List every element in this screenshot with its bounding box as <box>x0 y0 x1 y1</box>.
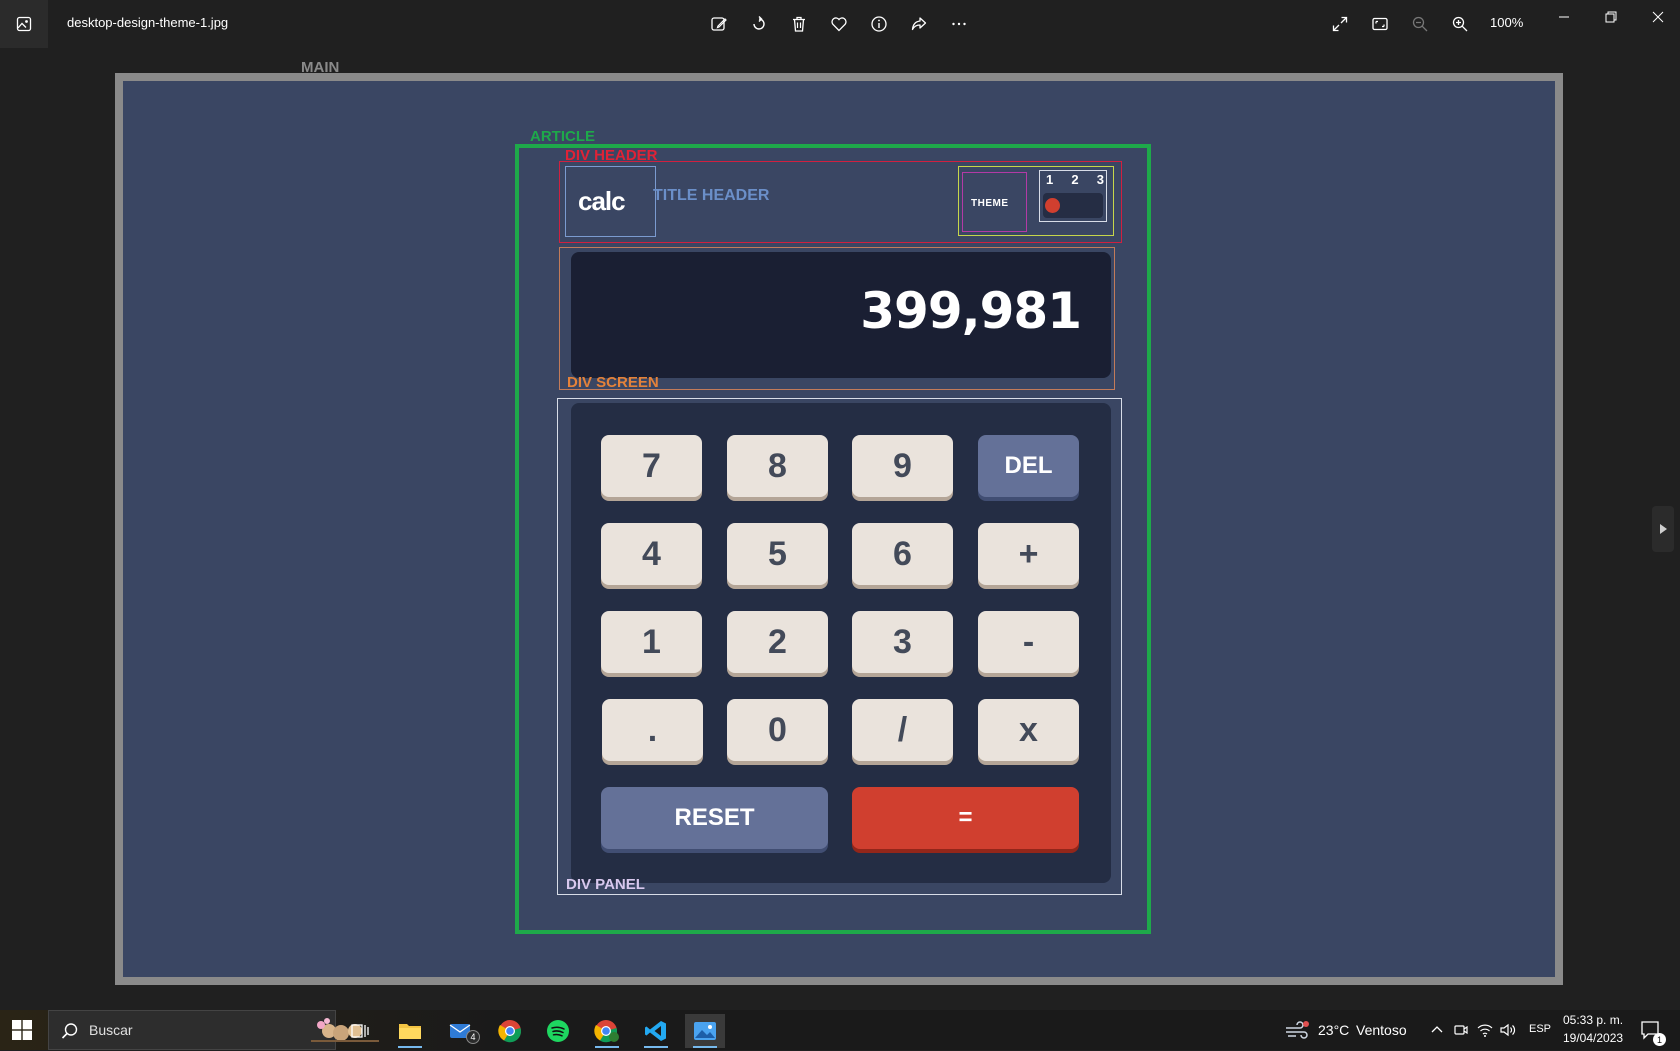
fit-to-window-icon[interactable] <box>1369 13 1391 35</box>
mail-badge: 4 <box>466 1030 480 1044</box>
restore-icon[interactable] <box>1596 8 1626 26</box>
key-plus[interactable]: + <box>978 523 1079 585</box>
key-decimal[interactable]: . <box>602 699 703 761</box>
wifi-icon[interactable] <box>1477 1022 1493 1041</box>
fullscreen-icon[interactable] <box>1329 13 1351 35</box>
key-1[interactable]: 1 <box>601 611 702 673</box>
div-panel-label: DIV PANEL <box>566 876 645 893</box>
meet-camera-icon[interactable] <box>1454 1022 1468 1041</box>
mail-icon[interactable]: 4 <box>442 1014 482 1048</box>
task-view-icon[interactable] <box>340 1014 380 1048</box>
calculator-screen: 399,981 <box>571 252 1111 378</box>
key-0[interactable]: 0 <box>727 699 828 761</box>
chrome-profile-icon[interactable] <box>587 1014 627 1048</box>
delete-icon[interactable] <box>788 13 810 35</box>
photos-app-icon <box>0 0 48 48</box>
photos-taskbar-icon[interactable] <box>685 1014 725 1048</box>
notification-icon[interactable]: 1 <box>1640 1020 1666 1046</box>
chevron-up-icon[interactable] <box>1430 1022 1444 1041</box>
info-icon[interactable] <box>868 13 890 35</box>
theme-label: THEME <box>971 198 1009 209</box>
viewer-titlebar: desktop-design-theme-1.jpg 100% <box>0 0 1680 48</box>
file-name: desktop-design-theme-1.jpg <box>67 15 229 30</box>
close-icon[interactable] <box>1643 8 1673 26</box>
active-indicator <box>595 1046 619 1048</box>
zoom-out-icon[interactable] <box>1409 13 1431 35</box>
volume-icon[interactable] <box>1500 1022 1516 1041</box>
taskbar: Buscar 4 23°C Ventoso ESP 05:33 p. m. 19… <box>0 1010 1680 1050</box>
article-label: ARTICLE <box>530 128 595 145</box>
zoom-level[interactable]: 100% <box>1490 15 1523 30</box>
active-indicator <box>398 1046 422 1048</box>
theme-option-1[interactable]: 1 <box>1046 172 1053 187</box>
calc-logo: calc <box>578 186 626 216</box>
spotify-icon[interactable] <box>538 1014 578 1048</box>
theme-option-numbers: 1 2 3 <box>1046 172 1104 187</box>
clock-date[interactable]: 19/04/2023 <box>1563 1031 1623 1045</box>
theme-option-2[interactable]: 2 <box>1071 172 1078 187</box>
key-divide[interactable]: / <box>852 699 953 761</box>
share-icon[interactable] <box>908 13 930 35</box>
key-minus[interactable]: - <box>978 611 1079 673</box>
language-indicator[interactable]: ESP <box>1529 1023 1551 1035</box>
key-multiply[interactable]: x <box>978 699 1079 761</box>
clock-time[interactable]: 05:33 p. m. <box>1563 1013 1623 1027</box>
display-value: 399,981 <box>860 282 1082 340</box>
title-header-label: TITLE HEADER <box>653 187 770 204</box>
weather-condition[interactable]: Ventoso <box>1356 1022 1407 1038</box>
file-explorer-icon[interactable] <box>390 1014 430 1048</box>
div-header-label: DIV HEADER <box>565 147 658 164</box>
edit-image-icon[interactable] <box>708 13 730 35</box>
weather-icon[interactable] <box>1284 1020 1310 1044</box>
theme-option-3[interactable]: 3 <box>1097 172 1104 187</box>
favorite-heart-icon[interactable] <box>828 13 850 35</box>
vscode-icon[interactable] <box>636 1014 676 1048</box>
active-indicator <box>644 1046 668 1048</box>
rotate-icon[interactable] <box>748 13 770 35</box>
theme-toggle-knob[interactable] <box>1045 198 1060 213</box>
weather-temp[interactable]: 23°C <box>1318 1022 1349 1038</box>
div-screen-label: DIV SCREEN <box>567 374 659 391</box>
key-8[interactable]: 8 <box>727 435 828 497</box>
reset-button[interactable]: RESET <box>601 787 828 849</box>
notification-badge: 1 <box>1653 1033 1666 1046</box>
key-5[interactable]: 5 <box>727 523 828 585</box>
more-options-icon[interactable] <box>948 13 970 35</box>
key-7[interactable]: 7 <box>601 435 702 497</box>
search-placeholder: Buscar <box>89 1022 133 1038</box>
key-9[interactable]: 9 <box>852 435 953 497</box>
taskbar-search-input[interactable]: Buscar <box>48 1010 379 1050</box>
active-indicator <box>693 1046 717 1048</box>
chrome-icon[interactable] <box>490 1014 530 1048</box>
minimize-icon[interactable] <box>1549 8 1579 26</box>
next-image-icon[interactable] <box>1652 506 1674 552</box>
key-2[interactable]: 2 <box>727 611 828 673</box>
delete-button[interactable]: DEL <box>978 435 1079 497</box>
zoom-in-icon[interactable] <box>1449 13 1471 35</box>
key-6[interactable]: 6 <box>852 523 953 585</box>
key-4[interactable]: 4 <box>601 523 702 585</box>
windows-start-icon[interactable] <box>12 1020 32 1040</box>
key-3[interactable]: 3 <box>852 611 953 673</box>
main-label: MAIN <box>301 59 340 76</box>
search-icon <box>61 1022 79 1044</box>
equals-button[interactable]: = <box>852 787 1079 849</box>
